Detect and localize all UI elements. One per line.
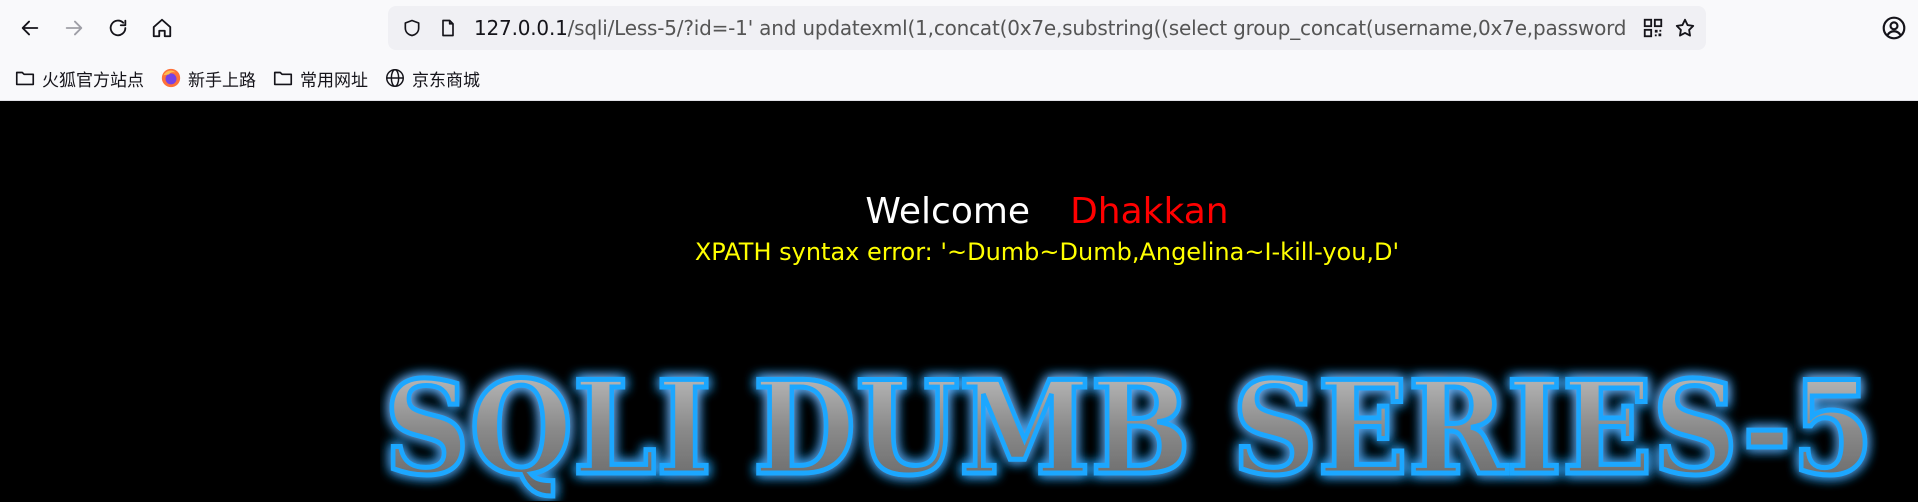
account-button[interactable]	[1876, 10, 1912, 46]
star-icon[interactable]	[1674, 17, 1696, 39]
arrow-right-icon	[65, 20, 83, 36]
error-message: XPATH syntax error: '~Dumb~Dumb,Angelina…	[694, 238, 1400, 266]
user-name: Dhakkan	[1070, 191, 1229, 232]
reload-button[interactable]	[96, 6, 140, 50]
folder-icon	[273, 71, 293, 86]
banner-text: SQLI DUMB SERIES-5	[384, 361, 1874, 501]
bookmark-label: 常用网址	[300, 70, 368, 91]
welcome-line: Welcome Dhakkan	[0, 191, 1918, 232]
forward-button[interactable]	[52, 6, 96, 50]
home-button[interactable]	[140, 6, 184, 50]
bookmark-label: 火狐官方站点	[42, 70, 144, 91]
url-host: 127.0.0.1	[474, 16, 568, 40]
arrow-left-icon	[21, 20, 39, 36]
qr-code-icon[interactable]	[1642, 17, 1664, 39]
banner-image: SQLI DUMB SERIES-5	[382, 361, 1877, 501]
bookmark-label: 新手上路	[188, 70, 256, 91]
page-icon	[442, 19, 454, 37]
site-info-button[interactable]	[430, 6, 466, 50]
address-bar[interactable]: 127.0.0.1/sqli/Less-5/?id=-1' and update…	[388, 6, 1706, 50]
reload-icon	[109, 19, 127, 37]
firefox-icon	[161, 68, 181, 88]
welcome-text: Welcome	[865, 191, 1031, 232]
home-icon	[152, 18, 172, 38]
url-actions	[1634, 17, 1706, 39]
bookmark-item[interactable]: 新手上路	[160, 66, 256, 91]
bookmark-item[interactable]: 常用网址	[272, 66, 368, 91]
url-path: /sqli/Less-5/?id=-1' and updatexml(1,con…	[567, 16, 1627, 40]
tracking-protection-button[interactable]	[394, 6, 430, 50]
page-content: Welcome Dhakkan XPATH syntax error: '~Dum…	[0, 101, 1918, 502]
bookmark-item[interactable]: 京东商城	[384, 66, 480, 91]
bookmark-item[interactable]: 火狐官方站点	[14, 66, 144, 91]
shield-icon	[404, 19, 420, 37]
account-icon	[1882, 16, 1906, 40]
folder-icon	[15, 71, 35, 86]
url-text[interactable]: 127.0.0.1/sqli/Less-5/?id=-1' and update…	[474, 16, 1634, 40]
globe-icon	[386, 69, 404, 87]
back-button[interactable]	[8, 6, 52, 50]
browser-toolbar: 127.0.0.1/sqli/Less-5/?id=-1' and update…	[0, 0, 1918, 56]
bookmark-label: 京东商城	[412, 70, 480, 91]
bookmarks-toolbar: 火狐官方站点 新手上路 常用网址 京东商城	[0, 56, 1918, 101]
